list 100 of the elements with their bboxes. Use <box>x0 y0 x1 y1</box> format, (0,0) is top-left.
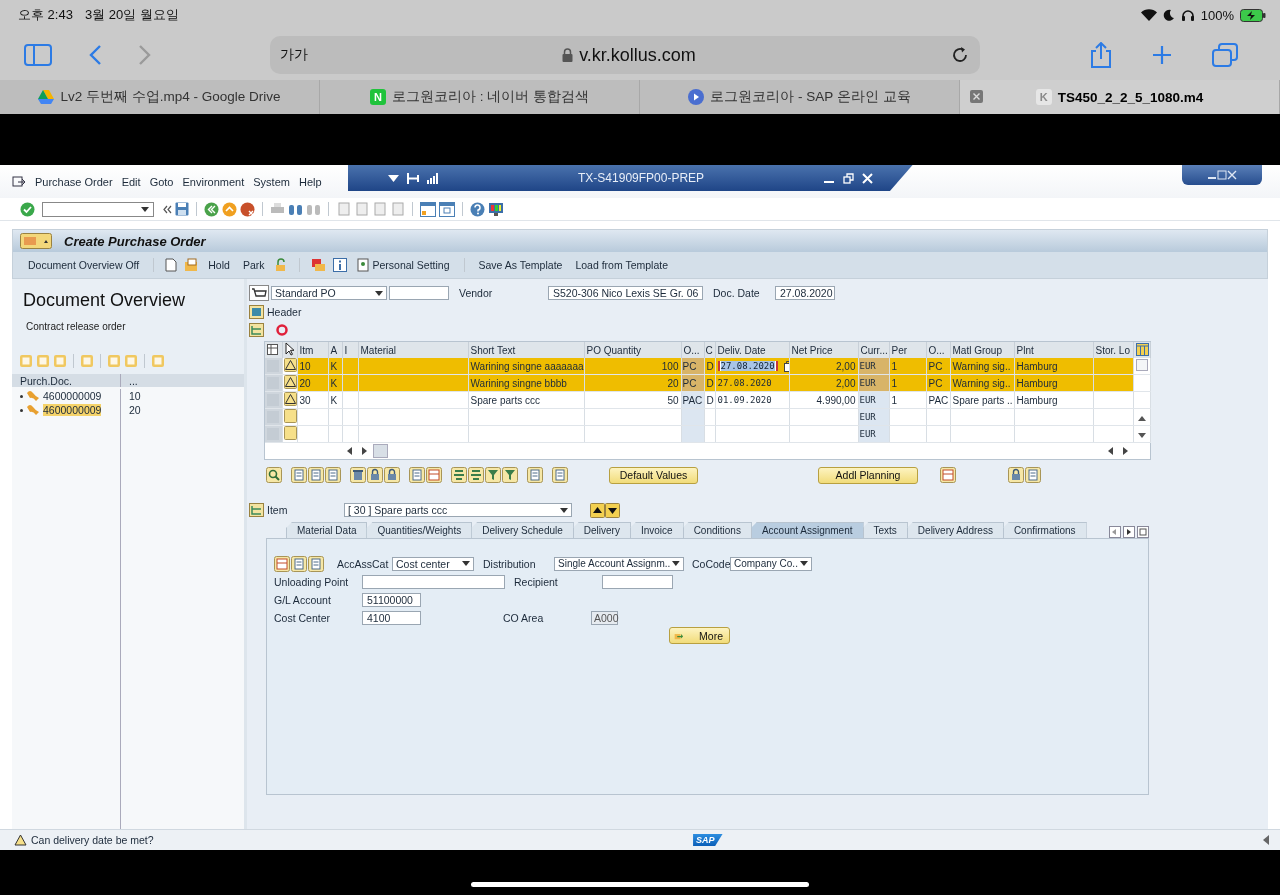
tab[interactable]: Delivery Address <box>906 522 1004 538</box>
table-cell-text: 20 <box>128 404 141 416</box>
more-button[interactable]: More <box>669 627 730 644</box>
tab[interactable]: Delivery Schedule <box>471 522 574 538</box>
field-label: Item <box>266 504 289 516</box>
field-label: Cost Center <box>274 611 332 624</box>
menu-item[interactable]: Help <box>298 175 322 188</box>
table-cell: 50 <box>667 394 679 406</box>
field-label: G/L Account <box>274 593 332 606</box>
tree-item[interactable]: 4600000009 <box>43 404 102 416</box>
menu-item[interactable]: System <box>253 175 290 188</box>
toolbar-button[interactable]: Document Overview Off <box>25 259 143 271</box>
category-select[interactable]: Cost center <box>392 556 474 571</box>
table-cell: 2,00 <box>836 377 856 389</box>
column-header: ... <box>128 374 138 387</box>
column-header[interactable]: PO Quantity <box>584 342 681 358</box>
column-header[interactable]: O... <box>926 342 950 358</box>
table-cell: 01.09.2020 <box>717 395 772 405</box>
tab[interactable]: Invoice <box>629 522 684 538</box>
table-cell: 10 <box>299 360 311 372</box>
table-cell: Warning sig.. <box>952 377 1011 389</box>
tab[interactable]: Delivery <box>572 522 631 538</box>
tab[interactable]: Conditions <box>682 522 752 538</box>
document-type-select[interactable]: Standard PO <box>271 286 387 300</box>
toolbar-button[interactable]: Park <box>239 259 268 271</box>
date-field[interactable]: 27.08.2020 <box>775 286 835 300</box>
table-cell: 2,00 <box>836 360 856 372</box>
column-header[interactable]: Material <box>358 342 468 358</box>
account-field[interactable]: 51100000 <box>362 592 421 607</box>
table-cell[interactable]: 27.08.2020 <box>720 360 775 371</box>
toolbar-button[interactable]: Hold <box>205 259 233 271</box>
column-header[interactable]: Itm <box>297 342 328 358</box>
table-cell: 1 <box>891 394 898 406</box>
field-label: Distribution <box>483 557 537 570</box>
field-label: AccAssCat <box>337 557 390 570</box>
menu-item[interactable]: Edit <box>121 175 141 188</box>
panel-title: Document Overview <box>23 290 187 311</box>
table-cell: Spare parts .. <box>952 394 1013 406</box>
tab-title: TS450_2_2_5_1080.m4 <box>1057 89 1204 105</box>
table-cell: K <box>330 360 338 372</box>
column-header: Purch.Doc. <box>12 374 121 387</box>
table-cell: PC <box>682 377 697 389</box>
battery-text: 100% <box>1200 7 1234 23</box>
tree-item[interactable]: 4600000009 <box>43 390 102 402</box>
table-cell-text: 10 <box>128 390 141 402</box>
tab[interactable]: Material Data <box>286 522 368 538</box>
table-cell: D <box>706 377 714 389</box>
toolbar-button[interactable]: Personal Setting <box>354 258 453 272</box>
tab[interactable]: Account Assignment <box>750 522 864 538</box>
table-cell: 1 <box>891 360 898 372</box>
table-cell: PC <box>928 360 943 372</box>
status-message: Can delivery date be met? <box>31 834 154 846</box>
table-cell: EUR <box>859 429 876 439</box>
cost-center-field[interactable]: 4100 <box>362 610 421 625</box>
column-header[interactable]: Net Price <box>789 342 858 358</box>
tab[interactable]: Quantities/Weights <box>366 522 473 538</box>
column-header[interactable]: Plnt <box>1014 342 1093 358</box>
menu-item[interactable]: Environment <box>182 175 245 188</box>
field-label: Doc. Date <box>712 287 761 299</box>
column-header[interactable]: Matl Group <box>950 342 1014 358</box>
address-field[interactable]: 가가 v.kr.kollus.com <box>270 36 980 74</box>
menu-item[interactable]: Purchase Order <box>35 175 113 188</box>
table-cell: 20 <box>667 377 679 389</box>
panel-subtitle: Contract release order <box>26 321 127 332</box>
planning-button[interactable]: Addl Planning <box>818 466 918 484</box>
favicon: K <box>1035 89 1052 105</box>
toolbar-button[interactable]: Save As Template <box>475 259 566 271</box>
window-title: TX-S41909FP00-PREP <box>577 171 706 185</box>
field-label: Recipient <box>514 575 559 588</box>
table-cell: PC <box>682 360 697 372</box>
tab[interactable]: Texts <box>862 522 908 538</box>
table-cell: D <box>706 394 714 406</box>
table-cell: PAC <box>928 394 949 406</box>
default-values-button[interactable]: Default Values <box>609 466 698 484</box>
column-header[interactable]: Curr... <box>858 342 889 358</box>
column-header[interactable]: C <box>704 342 715 358</box>
table-cell: 30 <box>299 394 311 406</box>
menu-item[interactable]: Goto <box>149 175 174 188</box>
column-header[interactable]: O... <box>681 342 704 358</box>
text-size-button[interactable]: 가가 <box>280 46 308 64</box>
table-cell: EUR <box>859 361 876 371</box>
toolbar-button[interactable]: Load from Template <box>572 259 671 271</box>
table-cell: Spare parts ccc <box>470 394 540 406</box>
tab[interactable]: Confirmations <box>1002 522 1087 538</box>
table-cell: EUR <box>859 378 876 388</box>
vendor-field[interactable]: S520-306 Nico Lexis SE Gr. 06 <box>548 286 703 300</box>
item-select[interactable]: [ 30 ] Spare parts ccc <box>344 503 572 517</box>
table-cell: EUR <box>859 412 876 422</box>
column-header[interactable]: Deliv. Date <box>715 342 789 358</box>
tab-title: 로그원코리아 : 네이버 통합검색 <box>392 88 589 106</box>
table-cell: 100 <box>661 360 679 372</box>
company-code-select[interactable]: Company Co.. <box>730 556 812 571</box>
distribution-select[interactable]: Single Account Assignm.. <box>554 556 684 571</box>
column-header[interactable]: Short Text <box>468 342 584 358</box>
column-header[interactable]: Stor. Lo <box>1093 342 1133 358</box>
column-header[interactable]: Per <box>889 342 926 358</box>
logo: SAP <box>693 834 723 846</box>
browser-tab[interactable]: K TS450_2_2_5_1080.m4 <box>960 80 1280 114</box>
field-label: CoCode <box>692 557 730 570</box>
favicon: N <box>370 89 386 105</box>
